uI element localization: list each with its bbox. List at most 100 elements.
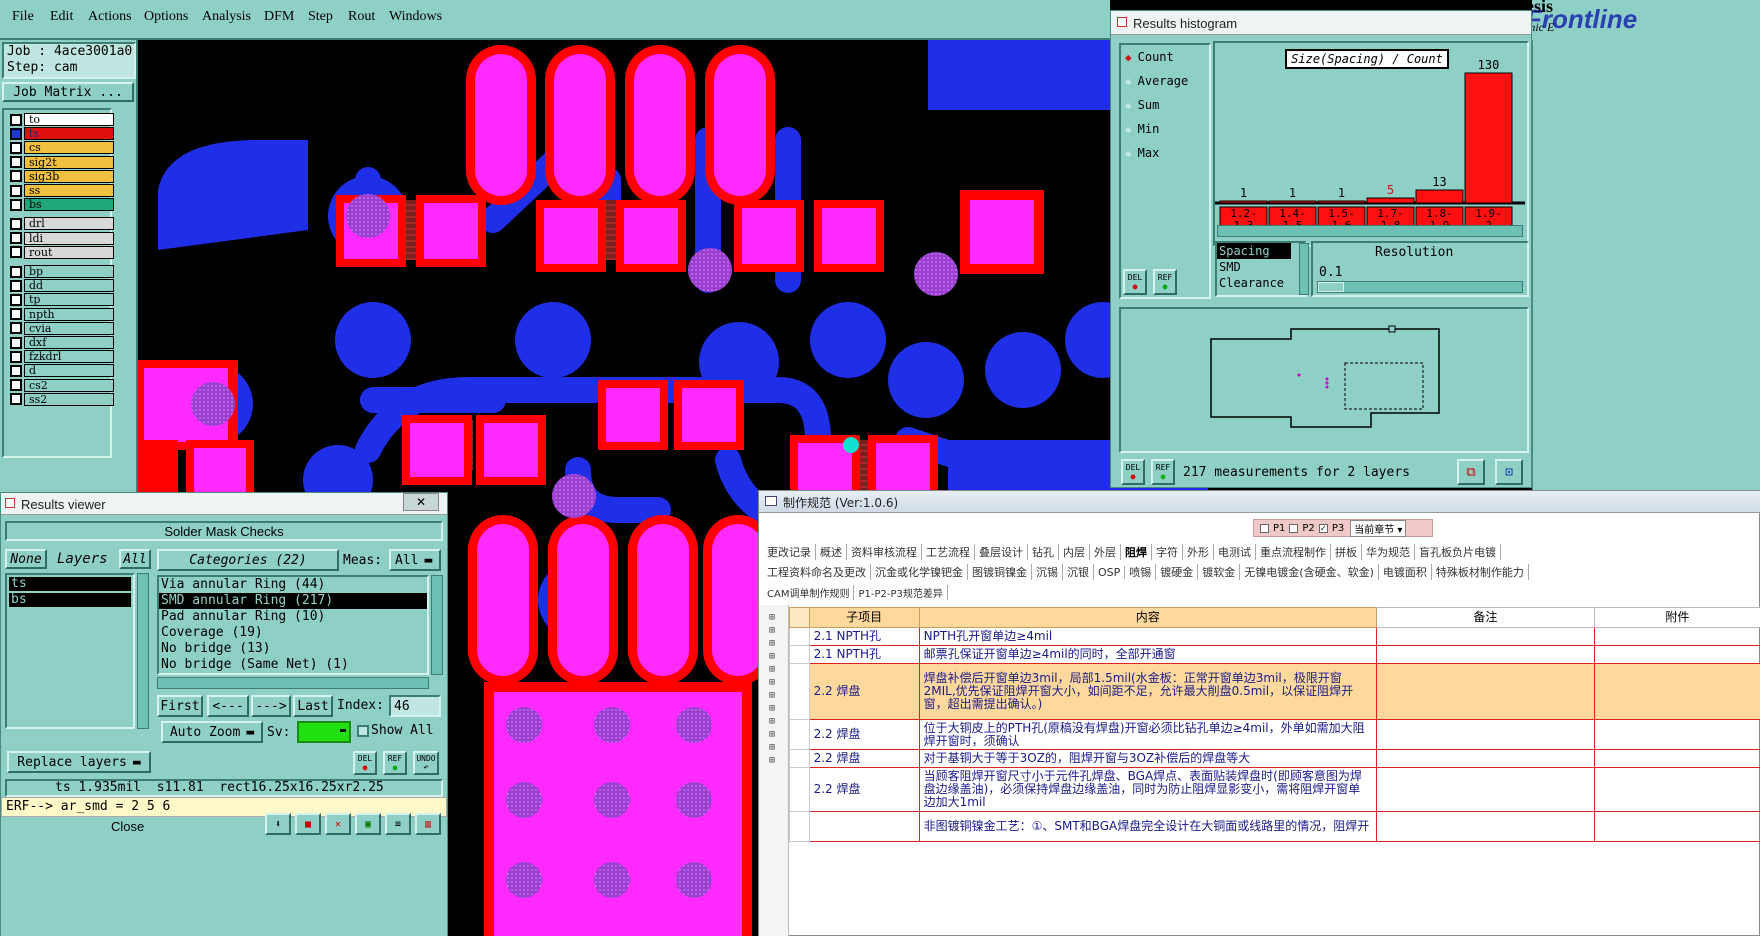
layer-list-item-ts[interactable]: ts	[9, 577, 131, 591]
histogram-bar[interactable]	[1464, 72, 1513, 204]
hist-del-button[interactable]: DEL ●	[1123, 269, 1147, 295]
expand-icon[interactable]: ⊞	[769, 665, 775, 675]
layer-checkbox[interactable]	[10, 198, 22, 211]
menu-actions[interactable]: Actions	[88, 9, 132, 25]
categories-scrollbar[interactable]	[431, 575, 443, 675]
row-selector[interactable]	[789, 811, 810, 842]
table-row[interactable]: 2.2 焊盘 当顾客阻焊开窗尺寸小于元件孔焊盘、BGA焊点、表面贴装焊盘时(即顾客…	[789, 767, 1760, 812]
radio-icon[interactable]: ◆	[1125, 99, 1132, 112]
histogram-bar[interactable]	[1415, 189, 1464, 204]
menu-dfm[interactable]: DFM	[264, 9, 294, 25]
row-selector[interactable]	[789, 645, 810, 664]
param-item[interactable]: Spacing	[1217, 243, 1291, 259]
layers-listbox[interactable]: ts bs	[5, 573, 135, 729]
row-selector[interactable]	[789, 719, 810, 750]
expand-icon[interactable]: ⊞	[769, 756, 775, 766]
menu-windows[interactable]: Windows	[389, 9, 442, 25]
column-header-attachment[interactable]: 附件	[1593, 607, 1760, 628]
layer-checkbox[interactable]	[10, 113, 22, 126]
sv-color-dropdown[interactable]: ▬	[297, 721, 351, 743]
layer-row[interactable]: drl	[10, 217, 114, 231]
layer-checkbox[interactable]	[10, 246, 22, 259]
category-item[interactable]: Pad annular Ring (10)	[159, 609, 427, 625]
table-row[interactable]: 2.2 焊盘 位于大铜皮上的PTH孔(原稿没有焊盘)开窗必须比钻孔单边≥4mil，…	[789, 719, 1760, 750]
layer-row[interactable]: npth	[10, 307, 114, 321]
spec-tab[interactable]: 镀硬金	[1156, 564, 1199, 580]
spec-tab[interactable]: 外形	[1183, 544, 1214, 560]
spec-tab[interactable]: 图镀铜镍金	[968, 564, 1032, 580]
layer-list[interactable]: to ts cs sig2t sig3b ss bs drl ldi rout bp dd tp npth…	[2, 108, 114, 458]
param-listbox[interactable]: Spacing SMD Clearance	[1215, 241, 1307, 297]
close-button[interactable]: Close	[111, 819, 144, 834]
spec-tab[interactable]: 工艺流程	[922, 544, 975, 560]
table-row[interactable]: 2.1 NPTH孔 NPTH孔开窗单边≥4mil	[789, 627, 1760, 646]
category-item[interactable]: Via annular Ring (44)	[159, 577, 427, 593]
chapter-dropdown[interactable]: 当前章节 ▾	[1350, 519, 1407, 537]
expand-icon[interactable]: ⊞	[769, 691, 775, 701]
mode-option[interactable]: ◆ Max	[1121, 141, 1209, 165]
row-selector[interactable]	[789, 749, 810, 768]
stop-icon[interactable]: ■	[295, 813, 321, 835]
first-button[interactable]: First	[157, 695, 203, 717]
spec-tab[interactable]: 工程资料命名及更改	[763, 564, 871, 580]
ref-button[interactable]: REF ●	[383, 751, 407, 775]
category-item[interactable]: SMD annular Ring (217)	[159, 593, 427, 609]
layer-checkbox[interactable]	[10, 232, 22, 245]
expand-icon[interactable]: ⊞	[769, 639, 775, 649]
layer-row[interactable]: cvia	[10, 321, 114, 335]
menu-options[interactable]: Options	[144, 9, 188, 25]
report-icon[interactable]: ✕	[325, 813, 351, 835]
category-item[interactable]: No bridge (13)	[159, 641, 427, 657]
menu-edit[interactable]: Edit	[50, 9, 73, 25]
mode-option[interactable]: ◆ Count	[1121, 45, 1209, 69]
menu-file[interactable]: File	[12, 9, 34, 25]
table-row[interactable]: 非图镀铜镍金工艺：①、SMT和BGA焊盘完全设计在大铜面或线路里的情况，阻焊开	[789, 811, 1760, 842]
category-item[interactable]: Coverage (19)	[159, 625, 427, 641]
layer-checkbox[interactable]	[10, 393, 22, 406]
layer-row[interactable]: tp	[10, 293, 114, 307]
categories-listbox[interactable]: Via annular Ring (44) SMD annular Ring (2…	[157, 575, 429, 675]
histogram-bar[interactable]	[1219, 200, 1268, 204]
radio-icon[interactable]: ◆	[1125, 147, 1132, 160]
layer-row[interactable]: bp	[10, 265, 114, 278]
categories-button[interactable]: Categories (22)	[157, 549, 339, 571]
expand-icon[interactable]: ⊞	[769, 717, 775, 727]
column-header-item[interactable]: 子项目	[808, 607, 920, 628]
categories-hscrollbar[interactable]	[157, 677, 429, 689]
layer-row[interactable]: ts	[10, 127, 114, 141]
histogram-bar[interactable]	[1268, 200, 1317, 204]
expand-icon[interactable]: ⊞	[769, 652, 775, 662]
layer-checkbox[interactable]	[10, 308, 22, 321]
document-icon[interactable]: ≡	[385, 813, 411, 835]
layer-row[interactable]: dd	[10, 279, 114, 293]
previous-button[interactable]: <---	[207, 695, 249, 717]
layer-row[interactable]: to	[10, 113, 114, 126]
param-scrollbar[interactable]	[1299, 243, 1309, 295]
spec-tab[interactable]: 外层	[1090, 544, 1121, 560]
auto-zoom-dropdown[interactable]: Auto Zoom ▬	[161, 721, 263, 743]
layer-row[interactable]: cs2	[10, 378, 114, 392]
layer-row[interactable]: fzkdrl	[10, 350, 114, 364]
table-row[interactable]: 2.2 焊盘 对于基铜大于等于3OZ的，阻焊开窗与3OZ补偿后的焊盘等大	[789, 749, 1760, 768]
spec-tab[interactable]: 重点流程制作	[1256, 544, 1331, 560]
mode-option[interactable]: ◆ Sum	[1121, 93, 1209, 117]
menu-analysis[interactable]: Analysis	[202, 9, 251, 25]
p1-checkbox[interactable]	[1260, 523, 1269, 533]
table-row[interactable]: 2.2 焊盘 焊盘补偿后开窗单边3mil，局部1.5mil(水金板：正常开窗单边3…	[789, 663, 1760, 720]
close-icon[interactable]: ✕	[403, 493, 439, 511]
row-selector[interactable]	[789, 627, 810, 646]
meas-dropdown[interactable]: All ▬	[389, 549, 441, 571]
layer-row[interactable]: ss2	[10, 392, 114, 406]
spec-tab[interactable]: 沉银	[1063, 564, 1094, 580]
spec-tab[interactable]: 内层	[1059, 544, 1090, 560]
spec-tab[interactable]: 特殊板材制作能力	[1432, 564, 1529, 580]
spec-tab[interactable]: 阻焊	[1121, 544, 1152, 560]
layer-row[interactable]: dxf	[10, 336, 114, 349]
spec-tab[interactable]: OSP	[1094, 565, 1126, 579]
layer-row[interactable]: sig2t	[10, 155, 114, 169]
layer-checkbox[interactable]	[10, 379, 22, 392]
column-header-notes[interactable]: 备注	[1375, 607, 1595, 628]
spec-tab[interactable]: 概述	[816, 544, 847, 560]
menu-step[interactable]: Step	[308, 9, 333, 25]
spec-tab[interactable]: CAM调单制作规则	[763, 584, 855, 600]
